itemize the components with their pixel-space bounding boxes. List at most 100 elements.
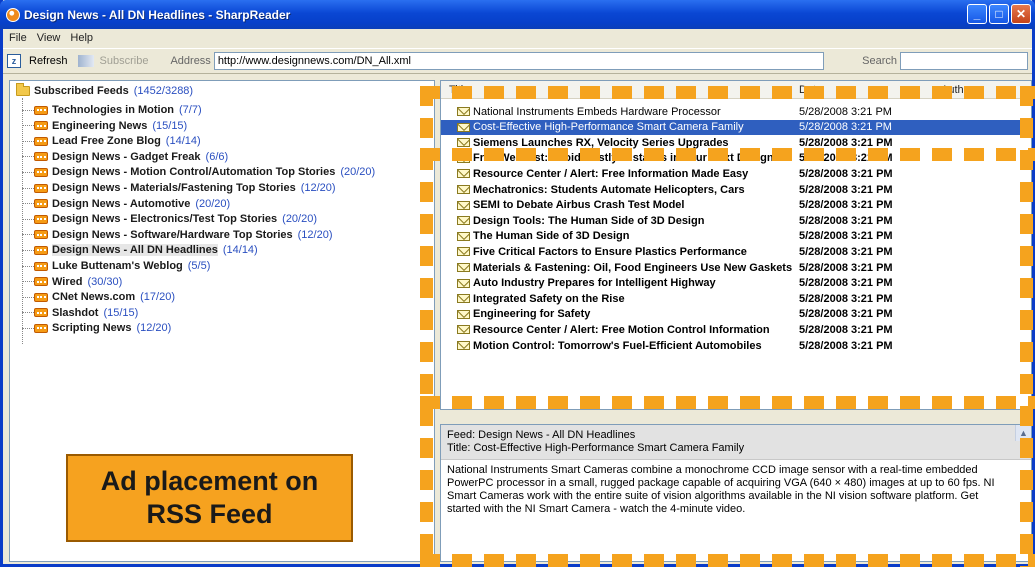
headline-date: 5/28/2008 3:21 PM [799,245,893,258]
feed-item[interactable]: Luke Buttenam's Weblog (5/5) [22,259,210,273]
app-window: Design News - All DN Headlines - SharpRe… [0,0,1035,567]
envelope-icon [457,122,470,132]
headline-title: Resource Center / Alert: Free Informatio… [473,167,749,180]
menu-help[interactable]: Help [70,32,93,44]
feed-item[interactable]: Lead Free Zone Blog (14/14) [22,134,201,148]
column-title[interactable]: Title [449,84,469,96]
maximize-button[interactable]: □ [989,4,1009,24]
envelope-icon [457,309,470,319]
feed-item[interactable]: Slashdot (15/15) [22,306,138,320]
headline-row[interactable]: The Human Side of 3D Design 5/28/2008 3:2… [441,229,1031,244]
feed-item[interactable]: Design News - Motion Control/Automation … [22,165,375,179]
rss-feed-icon [34,183,48,193]
envelope-icon [457,247,470,257]
feed-item[interactable]: Design News - Electronics/Test Top Stori… [22,212,317,226]
tree-branch-line [22,296,34,298]
ad-line-2: RSS Feed [146,499,273,529]
feed-item[interactable]: Design News - Software/Hardware Top Stor… [22,228,333,242]
feed-item[interactable]: CNet News.com (17/20) [22,290,175,304]
headline-date: 5/28/2008 3:21 PM [799,214,893,227]
feed-item-label: Design News - Electronics/Test Top Stori… [52,213,278,226]
search-input[interactable] [900,52,1028,70]
envelope-icon [457,200,470,210]
headline-row[interactable]: Design Tools: The Human Side of 3D Desig… [441,213,1031,228]
subscribe-button[interactable]: Subscribe [96,53,153,69]
headline-row[interactable]: Resource Center / Alert: Free Motion Con… [441,322,1031,337]
rss-feed-icon [34,245,48,255]
preview-title-line: Title: Cost-Effective High-Performance S… [447,442,745,454]
menu-bar: File View Help [3,29,1032,47]
feed-item-label: Technologies in Motion [52,104,175,116]
headline-row[interactable]: Siemens Launches RX, Velocity Series Upg… [441,135,1031,150]
menu-file[interactable]: File [9,32,27,44]
refresh-icon[interactable]: z [7,54,21,68]
feed-item-count: (14/14) [165,135,201,148]
headline-date: 5/28/2008 3:21 PM [799,105,892,118]
tree-branch-line [22,109,34,111]
toolbar: z Refresh Subscribe Address Search [3,48,1032,74]
feed-item-label: Slashdot [52,306,99,319]
feed-item-label: Design News - Gadget Freak [52,150,201,163]
feed-item[interactable]: Design News - Materials/Fastening Top St… [22,181,336,195]
feed-item-label: Design News - All DN Headlines [52,244,218,257]
envelope-icon [457,278,470,288]
headline-row[interactable]: Integrated Safety on the Rise 5/28/2008 3… [441,291,1031,306]
envelope-icon [457,185,470,194]
title-bar[interactable]: Design News - All DN Headlines - SharpRe… [0,0,1035,29]
headline-title: The Human Side of 3D Design [473,230,630,243]
column-date[interactable]: Date [799,84,822,96]
headline-title: Five Critical Factors to Ensure Plastics… [473,245,747,258]
feed-item-count: (14/14) [222,244,258,257]
tree-branch-line [22,218,34,220]
headline-date: 5/28/2008 3:21 PM [799,339,893,352]
tree-branch-line [22,327,34,329]
headline-row[interactable]: SEMI to Debate Airbus Crash Test Model 5/… [441,198,1031,213]
feed-item[interactable]: Technologies in Motion (7/7) [22,103,202,117]
feed-item[interactable]: Wired (30/30) [22,275,122,289]
headline-row[interactable]: Engineering for Safety 5/28/2008 3:21 PM [441,307,1031,322]
headline-row[interactable]: Cost-Effective High-Performance Smart Ca… [441,119,1031,135]
minimize-button[interactable]: _ [967,4,987,24]
preview-header: Feed: Design News - All DN Headlines Tit… [441,425,1031,460]
preview-feed-line: Feed: Design News - All DN Headlines [447,429,636,441]
ad-placement-callout: Ad placement on RSS Feed [66,454,353,542]
envelope-icon [457,216,470,226]
headline-date: 5/28/2008 3:21 PM [799,277,893,290]
headline-date: 5/28/2008 3:21 PM [799,199,893,212]
headline-row[interactable]: Auto Industry Prepares for Intelligent H… [441,276,1031,291]
feed-item-label: Engineering News [52,119,148,132]
column-author[interactable]: Author [941,84,973,96]
headline-row[interactable]: Free Webcast: Avoid Costly Mistakes in Y… [441,151,1031,166]
tree-root-subscribed-feeds[interactable]: Subscribed Feeds (1452/3288) [16,83,193,97]
feed-item[interactable]: Scripting News (12/20) [22,321,171,335]
feed-item[interactable]: Design News - Automotive (20/20) [22,197,230,211]
app-logo-icon [6,7,20,22]
feed-item[interactable]: Design News - Gadget Freak (6/6) [22,150,228,164]
headline-row[interactable]: Materials & Fastening: Oil, Food Enginee… [441,260,1031,275]
headline-row[interactable]: Five Critical Factors to Ensure Plastics… [441,244,1031,259]
menu-view[interactable]: View [37,32,61,44]
envelope-icon [457,169,470,179]
refresh-button[interactable]: Refresh [25,53,72,69]
close-button[interactable]: ✕ [1011,4,1031,24]
rss-feed-icon [34,230,48,240]
rss-feed-icon [34,292,48,302]
headline-date: 5/28/2008 3:21 PM [799,167,893,180]
feed-item[interactable]: Engineering News (15/15) [22,119,187,133]
headline-row[interactable]: National Instruments Embeds Hardware Pro… [441,104,1031,119]
tree-branch-line [22,249,34,251]
address-input[interactable] [213,52,824,70]
tree-branch-line [22,156,34,158]
scroll-up-arrow-icon[interactable]: ▲ [1015,425,1031,441]
rss-feed-icon [34,214,48,224]
headline-row[interactable]: Motion Control: Tomorrow's Fuel-Efficien… [441,338,1031,353]
headline-date: 5/28/2008 3:21 PM [799,121,892,134]
window-title: Design News - All DN Headlines - SharpRe… [24,7,291,22]
feed-item-count: (12/20) [300,182,336,194]
feed-item[interactable]: Design News - All DN Headlines (14/14) [22,243,258,257]
tree-branch-line [22,234,34,236]
rss-feed-icon [34,136,48,146]
headline-row[interactable]: Mechatronics: Students Automate Helicopt… [441,182,1031,197]
tree-branch-line [22,125,34,127]
headline-row[interactable]: Resource Center / Alert: Free Informatio… [441,166,1031,181]
